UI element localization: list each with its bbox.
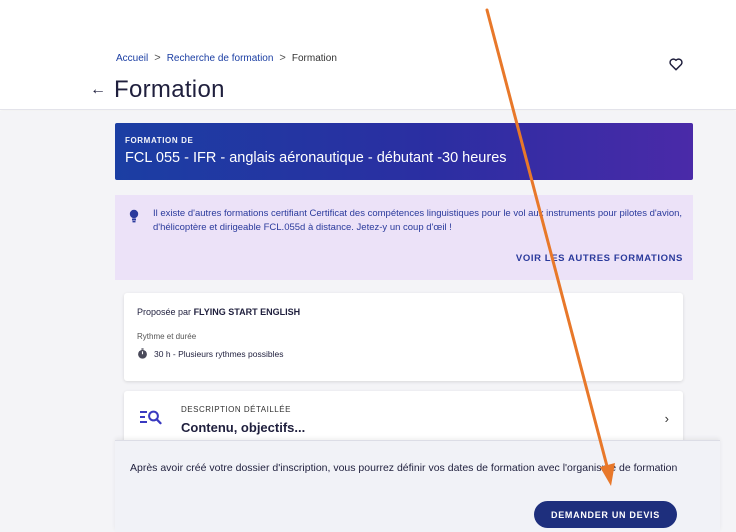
quote-request-panel: Après avoir créé votre dossier d'inscrip… — [115, 440, 720, 532]
training-hero-banner: FORMATION DE FCL 055 - IFR - anglais aér… — [115, 123, 693, 180]
training-title: FCL 055 - IFR - anglais aéronautique - d… — [125, 150, 507, 166]
provider-prefix: Proposée par — [137, 307, 192, 317]
provider-card: Proposée par FLYING START ENGLISH Rythme… — [124, 293, 683, 381]
provider-name: FLYING START ENGLISH — [193, 307, 301, 317]
breadcrumb: Accueil > Recherche de formation > Forma… — [116, 52, 337, 64]
quote-info-text: Après avoir créé votre dossier d'inscrip… — [130, 462, 678, 474]
breadcrumb-separator: > — [279, 52, 286, 64]
heart-outline-icon[interactable] — [668, 56, 684, 72]
rhythm-value: 30 h - Plusieurs rythmes possibles — [154, 348, 284, 359]
lightbulb-icon — [129, 209, 139, 223]
notice-text: Il existe d'autres formations certifiant… — [153, 208, 683, 233]
page-header: Accueil > Recherche de formation > Forma… — [0, 0, 736, 110]
hero-kicker: FORMATION DE — [125, 136, 194, 145]
request-quote-button[interactable]: DEMANDER UN DEVIS — [534, 501, 677, 528]
detailed-description-card[interactable]: DESCRIPTION DÉTAILLÉE Contenu, objectifs… — [124, 391, 683, 447]
breadcrumb-home-link[interactable]: Accueil — [116, 53, 148, 64]
back-arrow-icon[interactable]: ← — [90, 80, 106, 100]
page-title: Formation — [114, 76, 225, 103]
rhythm-label: Rythme et durée — [137, 332, 197, 341]
see-other-trainings-link[interactable]: VOIR LES AUTRES FORMATIONS — [115, 252, 693, 266]
breadcrumb-current: Formation — [291, 52, 337, 64]
breadcrumb-separator: > — [154, 52, 161, 64]
stopwatch-icon — [138, 348, 147, 359]
chevron-right-icon: › — [664, 411, 669, 426]
description-kicker: DESCRIPTION DÉTAILLÉE — [181, 405, 291, 414]
breadcrumb-search-link[interactable]: Recherche de formation — [167, 53, 274, 64]
other-trainings-notice: Il existe d'autres formations certifiant… — [115, 195, 693, 280]
description-title: Contenu, objectifs... — [181, 420, 306, 435]
main-content: FORMATION DE FCL 055 - IFR - anglais aér… — [0, 111, 736, 532]
search-list-icon — [140, 410, 162, 425]
rhythm-row: 30 h - Plusieurs rythmes possibles — [137, 348, 683, 359]
provider-line: Proposée par FLYING START ENGLISH — [137, 307, 683, 317]
